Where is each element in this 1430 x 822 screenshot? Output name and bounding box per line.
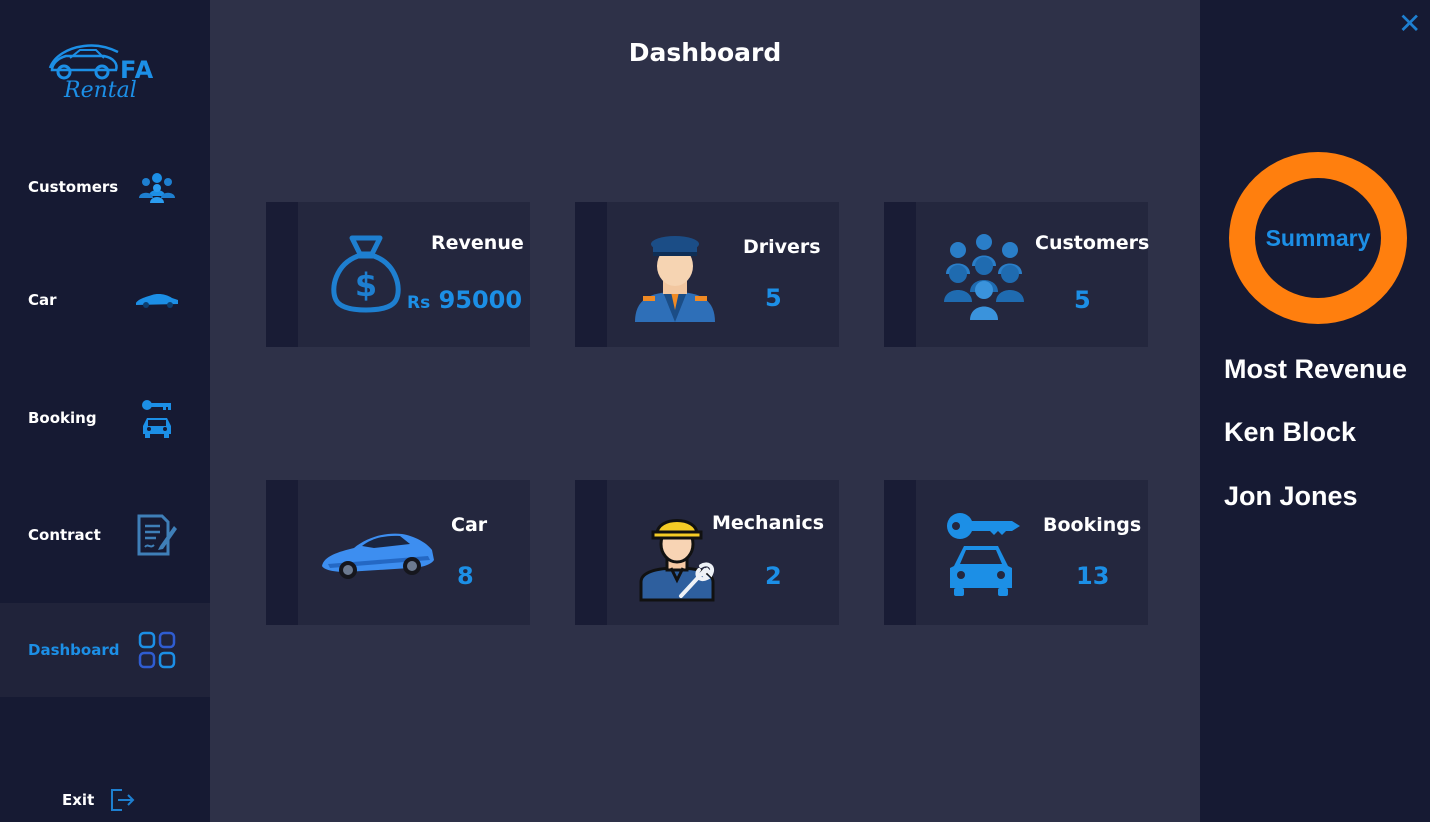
close-icon[interactable]: ✕ bbox=[1398, 10, 1421, 38]
sidebar-item-label: Contract bbox=[28, 526, 101, 544]
sidebar: FA Rental Customers Car Booking Contract… bbox=[0, 0, 210, 822]
sidebar-item-contract[interactable]: Contract bbox=[0, 488, 210, 582]
car-card[interactable]: Car 8 bbox=[266, 480, 530, 625]
card-title: Mechanics bbox=[712, 512, 825, 534]
revenue-amount: 95000 bbox=[438, 286, 523, 314]
page-title: Dashboard bbox=[628, 38, 782, 67]
customers-value: 5 bbox=[1074, 286, 1091, 314]
currency-label: Rs bbox=[407, 293, 431, 313]
logo-name: Rental bbox=[64, 78, 137, 103]
svg-text:$: $ bbox=[355, 266, 377, 304]
summary-label: Summary bbox=[1265, 224, 1371, 251]
customers-card[interactable]: Customers 5 bbox=[884, 202, 1150, 347]
key-car-icon bbox=[947, 513, 1020, 596]
sidebar-item-dashboard[interactable]: Dashboard bbox=[0, 603, 210, 697]
sidebar-item-label: Dashboard bbox=[28, 641, 120, 659]
drivers-value: 5 bbox=[765, 284, 782, 312]
card-strip bbox=[575, 202, 607, 347]
sports-car-icon bbox=[322, 533, 434, 579]
sidebar-item-label: Customers bbox=[28, 178, 119, 196]
card-strip bbox=[884, 480, 916, 625]
bookings-value: 13 bbox=[1076, 562, 1110, 590]
sidebar-item-car[interactable]: Car bbox=[0, 253, 210, 347]
sidebar-item-booking[interactable]: Booking bbox=[0, 371, 210, 465]
summary-panel bbox=[1200, 0, 1430, 822]
card-strip bbox=[266, 202, 298, 347]
car-icon bbox=[134, 277, 180, 323]
sidebar-item-label: Booking bbox=[28, 409, 97, 427]
card-title: Customers bbox=[1035, 232, 1150, 254]
card-title: Bookings bbox=[1043, 514, 1142, 536]
card-title: Revenue bbox=[431, 232, 524, 254]
revenue-value: Rs 95000 bbox=[407, 286, 522, 314]
car-value: 8 bbox=[457, 562, 474, 590]
card-title: Drivers bbox=[743, 236, 821, 258]
driver-icon bbox=[635, 236, 715, 322]
key-car-icon bbox=[134, 395, 180, 441]
sidebar-item-customers[interactable]: Customers bbox=[0, 140, 210, 234]
money-bag-icon: $ bbox=[331, 235, 401, 313]
contract-icon bbox=[134, 512, 180, 558]
revenue-card[interactable]: $ Revenue Rs 95000 bbox=[266, 202, 530, 347]
exit-icon bbox=[111, 789, 135, 811]
bookings-card[interactable]: Bookings 13 bbox=[884, 480, 1148, 625]
top-customer-name: Ken Block bbox=[1224, 417, 1357, 447]
exit-button[interactable]: Exit bbox=[62, 786, 136, 814]
card-strip bbox=[575, 480, 607, 625]
customers-group-icon bbox=[944, 234, 1024, 320]
card-strip bbox=[884, 202, 916, 347]
summary-ring: Summary bbox=[1229, 152, 1407, 324]
dashboard-grid-icon bbox=[134, 627, 180, 673]
mechanics-value: 2 bbox=[765, 562, 782, 590]
mechanic-icon bbox=[639, 519, 715, 602]
app-logo: FA Rental bbox=[46, 38, 166, 108]
car-logo-icon bbox=[48, 44, 119, 80]
exit-label: Exit bbox=[62, 791, 95, 809]
drivers-card[interactable]: Drivers 5 bbox=[575, 202, 839, 347]
most-revenue-heading: Most Revenue bbox=[1224, 354, 1408, 384]
sidebar-item-label: Car bbox=[28, 291, 57, 309]
card-strip bbox=[266, 480, 298, 625]
top-customer-name: Jon Jones bbox=[1224, 481, 1358, 511]
people-icon bbox=[134, 164, 180, 210]
card-title: Car bbox=[451, 514, 488, 536]
mechanics-card[interactable]: Mechanics 2 bbox=[575, 480, 839, 625]
